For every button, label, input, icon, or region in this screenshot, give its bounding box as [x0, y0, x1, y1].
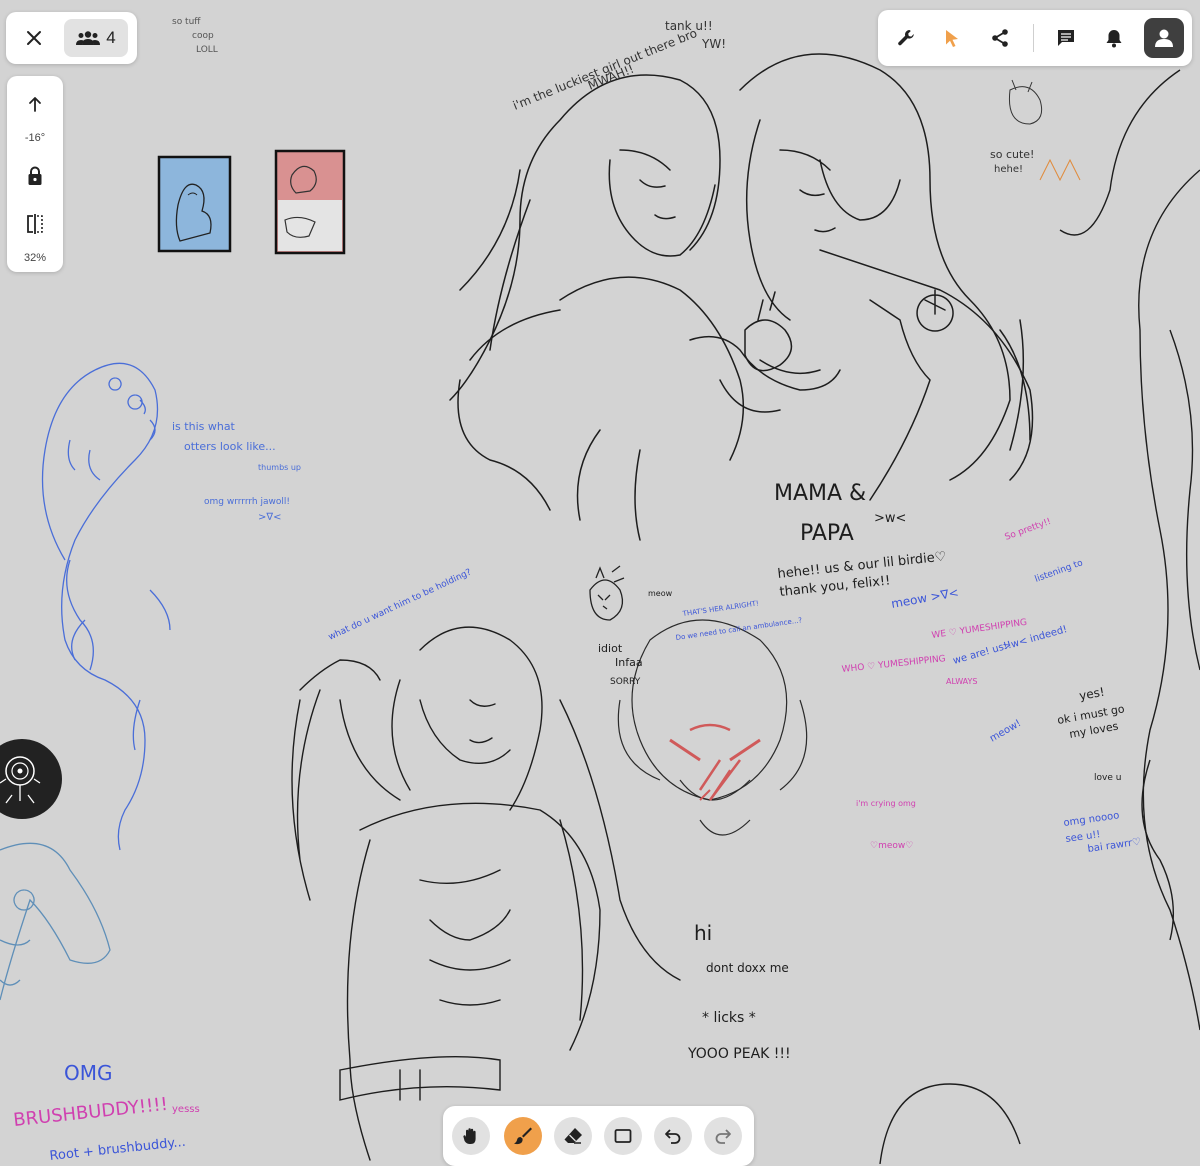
scribble-love-u: love u: [1094, 773, 1121, 783]
share-button[interactable]: [982, 20, 1018, 56]
color-wheel-widget[interactable]: [0, 739, 62, 819]
hand-icon: [463, 1128, 476, 1144]
eraser-tool-button[interactable]: [554, 1117, 592, 1155]
man-sketch: [291, 626, 681, 1161]
scribble-so-cute: so cute!: [990, 148, 1034, 161]
scribble-listening: listening to: [1034, 558, 1085, 585]
redo-icon: [715, 1129, 731, 1144]
scribble-so-tuff: so tuff: [172, 17, 201, 27]
toolbar-divider: [1033, 24, 1034, 52]
scribble-meow1: meow >∇<: [890, 585, 960, 611]
undo-icon: [665, 1129, 681, 1144]
scribble-papa: PAPA: [800, 521, 854, 546]
scribble-otter1: is this what: [172, 420, 236, 433]
target-icon: [0, 756, 41, 804]
right-edge-sketch: [879, 69, 1200, 1164]
rectangle-tool-button[interactable]: [604, 1117, 642, 1155]
crying-chibi-sketch: [617, 619, 808, 836]
redo-button[interactable]: [704, 1117, 742, 1155]
scribble-hehe-small: hehe!: [994, 164, 1023, 175]
top-toolbar: [878, 10, 1192, 66]
settings-button[interactable]: [888, 20, 924, 56]
close-icon: [27, 31, 41, 45]
scribble-yw: YW!: [701, 37, 726, 51]
scribble-licks: * licks *: [702, 1010, 756, 1026]
scribble-omg-nooo: omg noooo: [1063, 810, 1120, 829]
rotation-reset-button[interactable]: [17, 86, 53, 122]
select-tool-button[interactable]: [934, 20, 970, 56]
chat-icon: [1058, 30, 1074, 46]
creature-doodle-blue: [0, 842, 111, 1001]
pointer-cursor-icon: [946, 30, 958, 47]
scribble-loll: LOLL: [196, 45, 218, 55]
scribble-hi: hi: [694, 921, 712, 945]
undo-button[interactable]: [654, 1117, 692, 1155]
scribble-otter5: >∇<: [258, 512, 281, 523]
participants-button[interactable]: 4: [64, 19, 128, 57]
scribble-so-pretty: So pretty!!: [1004, 517, 1053, 543]
scribble-who-yume: WHO ♡ YUMESHIPPING: [841, 654, 946, 675]
zoom-label: 32%: [23, 252, 47, 264]
group-icon: [76, 31, 101, 45]
scribble-what-do-u: what do u want him to be holding?: [327, 567, 473, 642]
scribble-mama: MAMA &: [774, 481, 866, 506]
lock-icon: [28, 166, 42, 185]
scribble-meow2: meow!: [988, 718, 1023, 745]
account-button[interactable]: [1144, 18, 1184, 58]
notifications-button[interactable]: [1096, 20, 1132, 56]
close-button[interactable]: [16, 20, 52, 56]
view-controls-panel: -16° 32%: [7, 76, 63, 272]
scribble-coop: coop: [192, 31, 214, 41]
scribble-im-crying: i'm crying omg: [856, 799, 916, 808]
arrow-up-icon: [29, 97, 41, 112]
scribble-otter4: omg wrrrrrh jawoll!: [204, 497, 290, 507]
scribble-luckiest: i'm the luckiest girl out there bro: [511, 26, 699, 113]
share-icon: [992, 29, 1008, 47]
rotation-label: -16°: [24, 132, 46, 144]
scribble-sorry: SORRY: [610, 677, 641, 687]
drawing-toolbar: [443, 1106, 754, 1166]
scribble-always: ALWAYS: [946, 677, 977, 686]
bell-icon: [1106, 30, 1122, 48]
scribble-root: Root + brushbuddy...: [49, 1135, 187, 1164]
scribble-omg: OMG: [64, 1061, 113, 1085]
wrench-icon: [898, 30, 914, 46]
couple-sketch: [449, 53, 1034, 541]
participants-count: 4: [106, 28, 116, 47]
eraser-icon: [564, 1128, 582, 1144]
rectangle-icon: [614, 1129, 632, 1143]
chat-button[interactable]: [1048, 20, 1084, 56]
scribble-brushbuddy: BRUSHBUDDY!!!!: [12, 1094, 168, 1131]
reference-image-red[interactable]: [274, 149, 346, 255]
scribble-tank: tank u!!: [665, 19, 713, 33]
scribble-otter2: otters look like...: [184, 440, 276, 453]
scribble-we-yume: WE ♡ YUMESHIPPING: [931, 618, 1028, 641]
whiteboard-canvas[interactable]: i'm the luckiest girl out there bro MWAH…: [0, 0, 1200, 1164]
scribble-otter3: thumbs up: [258, 463, 301, 472]
scribble-infaa: Infaa: [615, 656, 643, 669]
scribble-meow-small: meow: [648, 589, 673, 598]
scribble-yessss: yesss: [172, 1104, 200, 1115]
scribble-dont-doxx: dont doxx me: [706, 961, 789, 975]
bird-doodle: [589, 565, 625, 621]
lock-button[interactable]: [17, 158, 53, 194]
brush-tool-button[interactable]: [504, 1117, 542, 1155]
hand-tool-button[interactable]: [452, 1117, 490, 1155]
scribble-yes: yes!: [1078, 685, 1106, 703]
session-panel: 4: [6, 12, 137, 64]
reference-image-blue[interactable]: [157, 155, 232, 253]
flip-horizontal-icon: [27, 214, 43, 234]
scribble-meow-heart: ♡meow♡: [870, 841, 913, 851]
scribble-yooo: YOOO PEAK !!!: [687, 1046, 791, 1062]
brush-icon: [514, 1127, 532, 1145]
scribble-thats-her: THAT'S HER ALRIGHT!: [681, 599, 759, 618]
scribble-idiot: idiot: [598, 642, 623, 655]
scribble-wc: >w<: [874, 511, 906, 526]
flip-canvas-button[interactable]: [17, 206, 53, 242]
user-avatar-icon: [1155, 29, 1173, 47]
